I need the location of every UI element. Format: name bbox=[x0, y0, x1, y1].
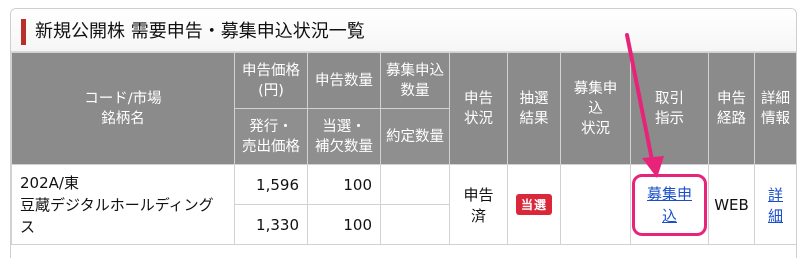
header-app-status-label1: 募集申 bbox=[573, 80, 618, 97]
header-route-label2: 経路 bbox=[717, 110, 746, 127]
header-app-status-label2: 込 bbox=[588, 100, 603, 117]
declaration-status-line2: 済 bbox=[470, 206, 486, 225]
header-declared-qty-label: 申告数量 bbox=[315, 72, 373, 89]
declaration-route-cell: WEB bbox=[708, 164, 755, 245]
apply-link-highlight: 募集申 込 bbox=[631, 173, 707, 236]
header-code-market: コード/市場 銘柄名 bbox=[11, 52, 235, 165]
declaration-status-line1: 申告 bbox=[463, 185, 494, 204]
header-issue-price-label2: 売出価格 bbox=[242, 138, 300, 155]
header-win-qty-label1: 当選・ bbox=[322, 118, 366, 135]
win-qty-cell: 100 bbox=[307, 204, 381, 245]
stock-name-line2: ス bbox=[20, 217, 36, 236]
application-status-cell bbox=[560, 164, 631, 245]
header-route-label1: 申告 bbox=[717, 90, 746, 107]
stock-code-market: 202A/東 bbox=[20, 173, 79, 192]
header-lottery-label2: 結果 bbox=[519, 110, 549, 127]
ipo-status-panel: 新規公開株 需要申告・募集申込状況一覧 コード/市場 銘柄名 申告価格 (円) bbox=[10, 8, 797, 258]
header-stock-name-label: 銘柄名 bbox=[101, 110, 145, 127]
header-contract-qty: 約定数量 bbox=[380, 108, 450, 165]
detail-cell: 詳 細 bbox=[754, 164, 796, 245]
detail-link-line1[interactable]: 詳 bbox=[768, 186, 783, 204]
header-contract-qty-label: 約定数量 bbox=[386, 128, 444, 145]
apply-link-line2[interactable]: 込 bbox=[662, 207, 677, 225]
header-application-qty-label1: 募集申込 bbox=[386, 62, 444, 79]
header-win-qty: 当選・ 補欠数量 bbox=[307, 108, 381, 165]
lottery-won-badge: 当選 bbox=[515, 194, 552, 215]
header-issue-price: 発行・ 売出価格 bbox=[234, 108, 308, 165]
header-declaration-route: 申告 経路 bbox=[708, 52, 755, 165]
detail-link[interactable]: 詳 細 bbox=[768, 186, 783, 225]
header-order-instruction: 取引 指示 bbox=[630, 52, 709, 165]
declaration-status-cell: 申告 済 bbox=[449, 164, 508, 245]
header-win-qty-label2: 補欠数量 bbox=[315, 138, 373, 155]
header-application-status: 募集申 込 状況 bbox=[560, 52, 631, 165]
header-application-qty: 募集申込 数量 bbox=[380, 52, 450, 109]
issue-price-cell: 1,330 bbox=[234, 204, 308, 245]
header-app-status-label3: 状況 bbox=[581, 120, 610, 137]
header-code-market-label: コード/市場 bbox=[84, 90, 162, 107]
stock-cell: 202A/東 豆蔵デジタルホールディング ス bbox=[11, 164, 235, 245]
declared-price-cell: 1,596 bbox=[234, 164, 308, 205]
contract-qty-cell bbox=[380, 204, 450, 245]
title-accent-bar bbox=[21, 19, 26, 45]
lottery-result-cell: 当選 bbox=[507, 164, 561, 245]
header-lottery-result: 抽選 結果 bbox=[507, 52, 561, 165]
header-declaration-status-label1: 申告 bbox=[464, 90, 493, 107]
header-order-label2: 指示 bbox=[655, 110, 684, 127]
header-declaration-status-label2: 状況 bbox=[464, 110, 493, 127]
header-detail-label2: 情報 bbox=[761, 110, 790, 127]
table-row: 202A/東 豆蔵デジタルホールディング ス 1,596 100 申告 済 当選… bbox=[11, 164, 796, 245]
order-instruction-cell: 募集申 込 bbox=[630, 164, 709, 245]
header-lottery-label1: 抽選 bbox=[519, 90, 549, 107]
panel-title: 新規公開株 需要申告・募集申込状況一覧 bbox=[35, 21, 365, 42]
apply-link[interactable]: 募集申 込 bbox=[647, 185, 692, 225]
ipo-status-table: コード/市場 銘柄名 申告価格 (円) 申告数量 募集申込 数量 申告 状況 抽… bbox=[11, 52, 796, 245]
declared-qty-cell: 100 bbox=[307, 164, 381, 205]
header-detail-info: 詳細 情報 bbox=[754, 52, 796, 165]
panel-title-bar: 新規公開株 需要申告・募集申込状況一覧 bbox=[11, 9, 796, 52]
header-order-label1: 取引 bbox=[655, 90, 684, 107]
header-declared-price-label: 申告価格 bbox=[242, 62, 300, 79]
header-detail-label1: 詳細 bbox=[761, 90, 790, 107]
detail-link-line2[interactable]: 細 bbox=[768, 207, 783, 225]
header-issue-price-label1: 発行・ bbox=[249, 118, 293, 135]
stock-name-line1: 豆蔵デジタルホールディング bbox=[20, 195, 214, 214]
header-declaration-status: 申告 状況 bbox=[449, 52, 508, 165]
apply-link-line1[interactable]: 募集申 bbox=[647, 185, 692, 203]
header-declared-price: 申告価格 (円) bbox=[234, 52, 308, 109]
header-application-qty-label2: 数量 bbox=[400, 82, 430, 99]
application-qty-cell bbox=[380, 164, 450, 205]
header-declared-price-unit: (円) bbox=[258, 82, 284, 99]
header-declared-qty: 申告数量 bbox=[307, 52, 381, 109]
